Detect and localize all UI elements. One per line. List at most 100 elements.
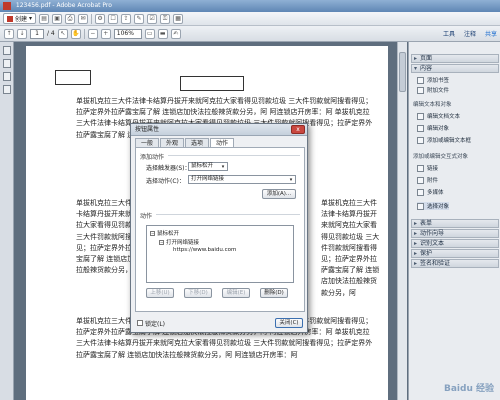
- next-page-icon[interactable]: ↓: [17, 28, 27, 39]
- left-navigation-pane: [0, 42, 14, 400]
- dialog-title: 按钮属性: [135, 126, 160, 133]
- tool-label: 附件: [427, 178, 439, 184]
- navigation-toolbar: ↑ ↓ 1 / 4 ↖ ✋ − + 106% ▭ ▬ ✍ 工具 注释 共享: [0, 26, 500, 42]
- collapse-icon[interactable]: −: [150, 231, 155, 236]
- textbox-icon: [417, 136, 424, 144]
- group-divider: [156, 214, 300, 215]
- move-down-button[interactable]: 下移(D): [184, 288, 212, 298]
- section-pages[interactable]: 页面: [411, 54, 499, 63]
- tab-options[interactable]: 选项: [185, 138, 210, 147]
- select-object-icon: [417, 202, 424, 210]
- scrollbar-thumb[interactable]: [399, 52, 406, 92]
- print-icon[interactable]: ⎙: [65, 13, 76, 24]
- review-icon[interactable]: ☑: [147, 13, 158, 24]
- paperclip-icon: [417, 86, 424, 94]
- tool-edit-text[interactable]: 编辑文档文本: [417, 112, 460, 120]
- section-sign-verify[interactable]: 签名和验证: [411, 259, 499, 268]
- action-select[interactable]: 打开网络链接 ▾: [188, 175, 296, 184]
- tool-label: 添加书签: [427, 78, 450, 84]
- save-icon[interactable]: ▣: [52, 13, 63, 24]
- tool-label: 链接: [427, 166, 439, 172]
- section-action-wizard[interactable]: 动作向导: [411, 229, 499, 238]
- signatures-icon[interactable]: [3, 85, 11, 94]
- create-button[interactable]: 创建 ▾: [3, 13, 37, 24]
- section-forms[interactable]: 表单: [411, 219, 499, 228]
- delete-button[interactable]: 删除(D): [260, 288, 288, 298]
- locked-label: 锁定(L): [145, 321, 166, 328]
- form-icon[interactable]: ▦: [173, 13, 184, 24]
- tool-attachment[interactable]: 附件: [417, 176, 438, 184]
- object-edit-icon: [417, 124, 424, 132]
- page-number-input[interactable]: 1: [30, 28, 44, 39]
- form-text-field[interactable]: [180, 76, 244, 91]
- zoom-in-icon[interactable]: +: [100, 28, 111, 39]
- comment-icon[interactable]: ☐: [108, 13, 119, 24]
- main-toolbar: 创建 ▾ ▤ ▣ ⎙ ✉ ⚙ ☐ ⇪ ✎ ☑ ⚿ ▦: [0, 12, 500, 26]
- vertical-scrollbar[interactable]: [397, 42, 407, 400]
- actions-heading: 动作: [140, 213, 153, 220]
- tool-select-object[interactable]: 选择对象: [417, 202, 450, 210]
- tool-attach-file[interactable]: 附加文件: [417, 86, 449, 94]
- form-button-field[interactable]: [55, 70, 91, 85]
- watermark: Baidu 经验: [443, 384, 494, 394]
- section-protection[interactable]: 保护: [411, 249, 499, 258]
- tool-multimedia[interactable]: 多媒体: [417, 188, 444, 196]
- sign-icon[interactable]: ✎: [134, 13, 145, 24]
- toolbar-separator: [91, 13, 93, 24]
- move-up-button[interactable]: 上移(U): [146, 288, 174, 298]
- edit-button[interactable]: 编辑(E): [222, 288, 250, 298]
- tool-link[interactable]: 链接: [417, 164, 438, 172]
- email-icon[interactable]: ✉: [78, 13, 89, 24]
- tool-label: 添加或编辑文本框: [427, 138, 472, 144]
- previous-page-icon[interactable]: ↑: [4, 28, 14, 39]
- share-link[interactable]: 共享: [482, 29, 500, 38]
- collapse-icon[interactable]: −: [159, 240, 164, 245]
- tab-appearance[interactable]: 外观: [160, 138, 185, 147]
- section-recognize-text[interactable]: 识别文本: [411, 239, 499, 248]
- trigger-select[interactable]: 鼠标松开 ▾: [188, 162, 228, 171]
- settings-icon[interactable]: ⚙: [95, 13, 106, 24]
- page-thumbnails-icon[interactable]: [3, 46, 11, 55]
- tab-general[interactable]: 一般: [135, 138, 160, 147]
- comments-link[interactable]: 注释: [461, 29, 479, 38]
- text-edit-icon: [417, 112, 424, 120]
- multimedia-icon: [417, 188, 424, 196]
- create-icon: [7, 15, 13, 22]
- secure-icon[interactable]: ⚿: [160, 13, 171, 24]
- chevron-down-icon: ▾: [221, 164, 225, 170]
- add-action-button[interactable]: 添加(A)...: [262, 189, 296, 199]
- comment-tool-icon[interactable]: ✍: [170, 28, 181, 39]
- tree-node-trigger[interactable]: − 鼠标松开: [150, 229, 179, 237]
- tool-textbox[interactable]: 添加或编辑文本框: [417, 136, 471, 144]
- toolbar-separator: [83, 28, 85, 39]
- hand-tool-icon[interactable]: ✋: [70, 28, 81, 39]
- share-icon[interactable]: ⇪: [121, 13, 132, 24]
- zoom-out-icon[interactable]: −: [87, 28, 98, 39]
- section-content[interactable]: 内容: [411, 64, 499, 73]
- open-icon[interactable]: ▤: [39, 13, 50, 24]
- page-total: / 4: [47, 30, 55, 37]
- bookmarks-icon[interactable]: [3, 59, 11, 68]
- tool-label: 编辑文档文本: [427, 114, 461, 120]
- create-label: 创建: [15, 16, 28, 23]
- close-icon[interactable]: x: [291, 125, 305, 134]
- tools-pane: 页面 内容 添加书签 附加文件 编辑文本和对象 编辑文档文本 编辑对象 添加或编…: [408, 42, 500, 400]
- fit-width-icon[interactable]: ▬: [157, 28, 168, 39]
- locked-checkbox[interactable]: [137, 320, 143, 326]
- attachments-icon[interactable]: [3, 72, 11, 81]
- tree-node-action[interactable]: − 打开网络链接: [159, 238, 199, 246]
- tool-label: 编辑对象: [427, 126, 450, 132]
- tree-node-url[interactable]: https://www.baidu.com: [173, 247, 236, 253]
- fit-page-icon[interactable]: ▭: [144, 28, 155, 39]
- tool-label: 附加文件: [427, 88, 450, 94]
- window-title: 123456.pdf - Adobe Acrobat Pro: [15, 2, 112, 9]
- tool-edit-object[interactable]: 编辑对象: [417, 124, 449, 132]
- tools-link[interactable]: 工具: [440, 29, 458, 38]
- tool-add-bookmark[interactable]: 添加书签: [417, 76, 449, 84]
- close-button[interactable]: 关闭(C): [275, 318, 303, 328]
- subheading-edit: 编辑文本和对象: [413, 102, 452, 108]
- action-value: 打开网络链接: [191, 176, 225, 182]
- zoom-select[interactable]: 106%: [113, 28, 142, 39]
- select-tool-icon[interactable]: ↖: [57, 28, 68, 39]
- actions-tree[interactable]: − 鼠标松开 − 打开网络链接 https://www.baidu.com: [146, 225, 294, 283]
